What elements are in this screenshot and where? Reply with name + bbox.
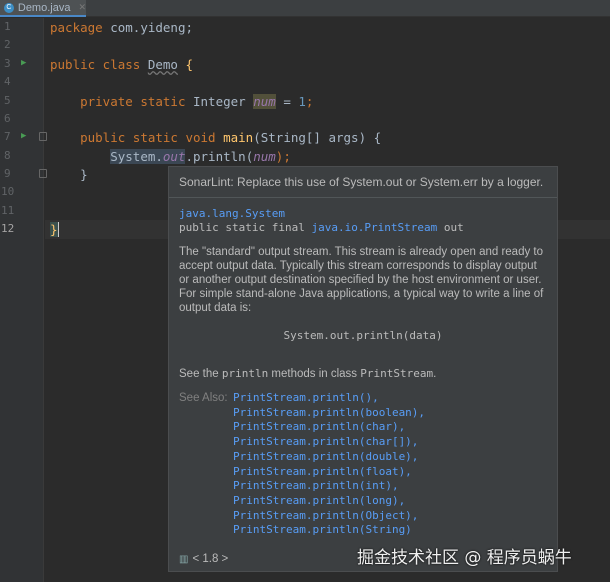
see-also-label: See Also: <box>179 392 228 404</box>
watermark: 掘金技术社区 @ 程序员蜗牛 <box>357 548 572 568</box>
line-number: 1 <box>4 20 11 33</box>
see-also-link[interactable]: PrintStream.println(Object), <box>233 509 425 524</box>
see-also-link[interactable]: PrintStream.println(int), <box>233 479 425 494</box>
line-number: 10 <box>1 185 15 198</box>
type-link[interactable]: java.io.PrintStream <box>311 221 437 234</box>
see-also-link[interactable]: PrintStream.println(char), <box>233 420 425 435</box>
run-icon[interactable]: ▶ <box>21 131 26 141</box>
run-icon[interactable]: ▶ <box>21 58 26 68</box>
line-number: 6 <box>4 112 11 125</box>
quick-documentation-popup: SonarLint: Replace this use of System.ou… <box>168 166 558 572</box>
tab-label: Demo.java <box>17 1 71 14</box>
fold-icon[interactable] <box>39 169 47 178</box>
line-number: 9 <box>4 167 11 180</box>
java-class-icon: C <box>4 2 14 13</box>
library-icon: ▥ <box>179 553 189 565</box>
doc-body: The "standard" output stream. This strea… <box>169 235 557 538</box>
see-also-link[interactable]: PrintStream.println(char[]), <box>233 435 425 450</box>
code-line-12: } <box>50 222 59 237</box>
editor-tab-bar: C Demo.java ✕ <box>0 0 610 17</box>
code-line-5: private static Integer num = 1; <box>80 94 314 109</box>
code-sample: System.out.println(data) <box>283 329 443 342</box>
see-also-link[interactable]: PrintStream.println(double), <box>233 450 425 465</box>
sonarlint-warning: SonarLint: Replace this use of System.ou… <box>169 167 557 198</box>
see-also-link[interactable]: PrintStream.println(long), <box>233 494 425 509</box>
doc-footer: ▥ < 1.8 > <box>179 553 228 565</box>
line-number: 8 <box>4 149 11 162</box>
code-line-9: } <box>80 167 88 182</box>
line-number: 11 <box>1 204 15 217</box>
jdk-version[interactable]: < 1.8 > <box>192 553 228 565</box>
gutter: 1 2 3 4 5 6 7 8 9 10 11 12 ▶ ▶ <box>0 18 47 582</box>
doc-paragraph: For simple stand-alone Java applications… <box>179 288 544 314</box>
line-number: 2 <box>4 38 11 51</box>
code-line-1: package com.yideng; <box>50 20 193 35</box>
fold-icon[interactable] <box>39 132 47 141</box>
see-methods-text: See the println methods in class PrintSt… <box>179 367 437 380</box>
see-also-link[interactable]: PrintStream.println(String) <box>233 523 425 538</box>
class-link[interactable]: java.lang.System <box>179 207 547 221</box>
code-line-3: public class Demo { <box>50 57 194 72</box>
line-number: 7 <box>4 130 11 143</box>
code-line-8: System.out.println(num); <box>110 149 291 164</box>
line-number: 4 <box>4 75 11 88</box>
line-number: 12 <box>1 222 15 235</box>
doc-paragraph: The "standard" output stream. This strea… <box>179 246 544 286</box>
see-also-link[interactable]: PrintStream.println(boolean), <box>233 406 425 421</box>
code-line-7: public static void main(String[] args) { <box>80 130 382 145</box>
tab-demo-java[interactable]: C Demo.java ✕ <box>0 0 86 17</box>
see-also: See Also: PrintStream.println(), PrintSt… <box>179 391 547 538</box>
see-also-link[interactable]: PrintStream.println(), <box>233 391 425 406</box>
close-icon[interactable]: ✕ <box>78 2 86 13</box>
declaration: java.lang.System public static final jav… <box>169 198 557 235</box>
line-number: 3 <box>4 57 11 70</box>
see-also-link[interactable]: PrintStream.println(float), <box>233 465 425 480</box>
line-number: 5 <box>4 94 11 107</box>
